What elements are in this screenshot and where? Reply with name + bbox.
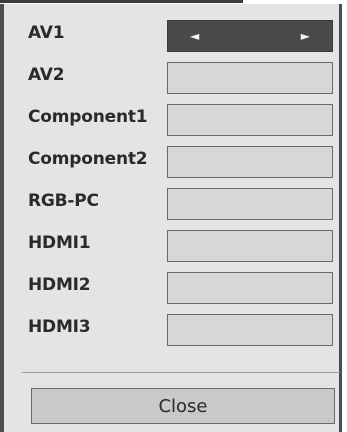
input-label-av1: AV1 (28, 23, 65, 43)
input-label-av2: AV2 (28, 65, 65, 85)
input-selection-dialog: AV1 ◄ ► AV2 Component1 Component2 RGB-PC… (0, 4, 342, 432)
input-row-component2[interactable]: Component2 (4, 142, 339, 184)
input-field-av2[interactable] (167, 62, 333, 94)
input-list: AV1 ◄ ► AV2 Component1 Component2 RGB-PC… (4, 16, 339, 352)
input-field-rgb-pc[interactable] (167, 188, 333, 220)
input-label-rgb-pc: RGB-PC (28, 191, 99, 211)
input-label-component1: Component1 (28, 107, 148, 127)
right-arrow-icon[interactable]: ► (301, 30, 310, 42)
input-row-hdmi1[interactable]: HDMI1 (4, 226, 339, 268)
input-row-component1[interactable]: Component1 (4, 100, 339, 142)
input-field-hdmi1[interactable] (167, 230, 333, 262)
input-label-hdmi1: HDMI1 (28, 233, 91, 253)
divider (22, 372, 340, 373)
input-field-hdmi3[interactable] (167, 314, 333, 346)
input-label-hdmi3: HDMI3 (28, 317, 91, 337)
input-row-av1[interactable]: AV1 ◄ ► (4, 16, 339, 58)
input-label-hdmi2: HDMI2 (28, 275, 91, 295)
input-row-av2[interactable]: AV2 (4, 58, 339, 100)
input-row-hdmi2[interactable]: HDMI2 (4, 268, 339, 310)
input-row-rgb-pc[interactable]: RGB-PC (4, 184, 339, 226)
left-arrow-icon[interactable]: ◄ (190, 30, 199, 42)
input-field-component2[interactable] (167, 146, 333, 178)
top-edge-line (0, 0, 243, 3)
input-row-hdmi3[interactable]: HDMI3 (4, 310, 339, 352)
input-field-component1[interactable] (167, 104, 333, 136)
input-label-component2: Component2 (28, 149, 148, 169)
input-field-hdmi2[interactable] (167, 272, 333, 304)
close-button[interactable]: Close (31, 388, 335, 424)
input-field-av1[interactable]: ◄ ► (167, 20, 333, 52)
